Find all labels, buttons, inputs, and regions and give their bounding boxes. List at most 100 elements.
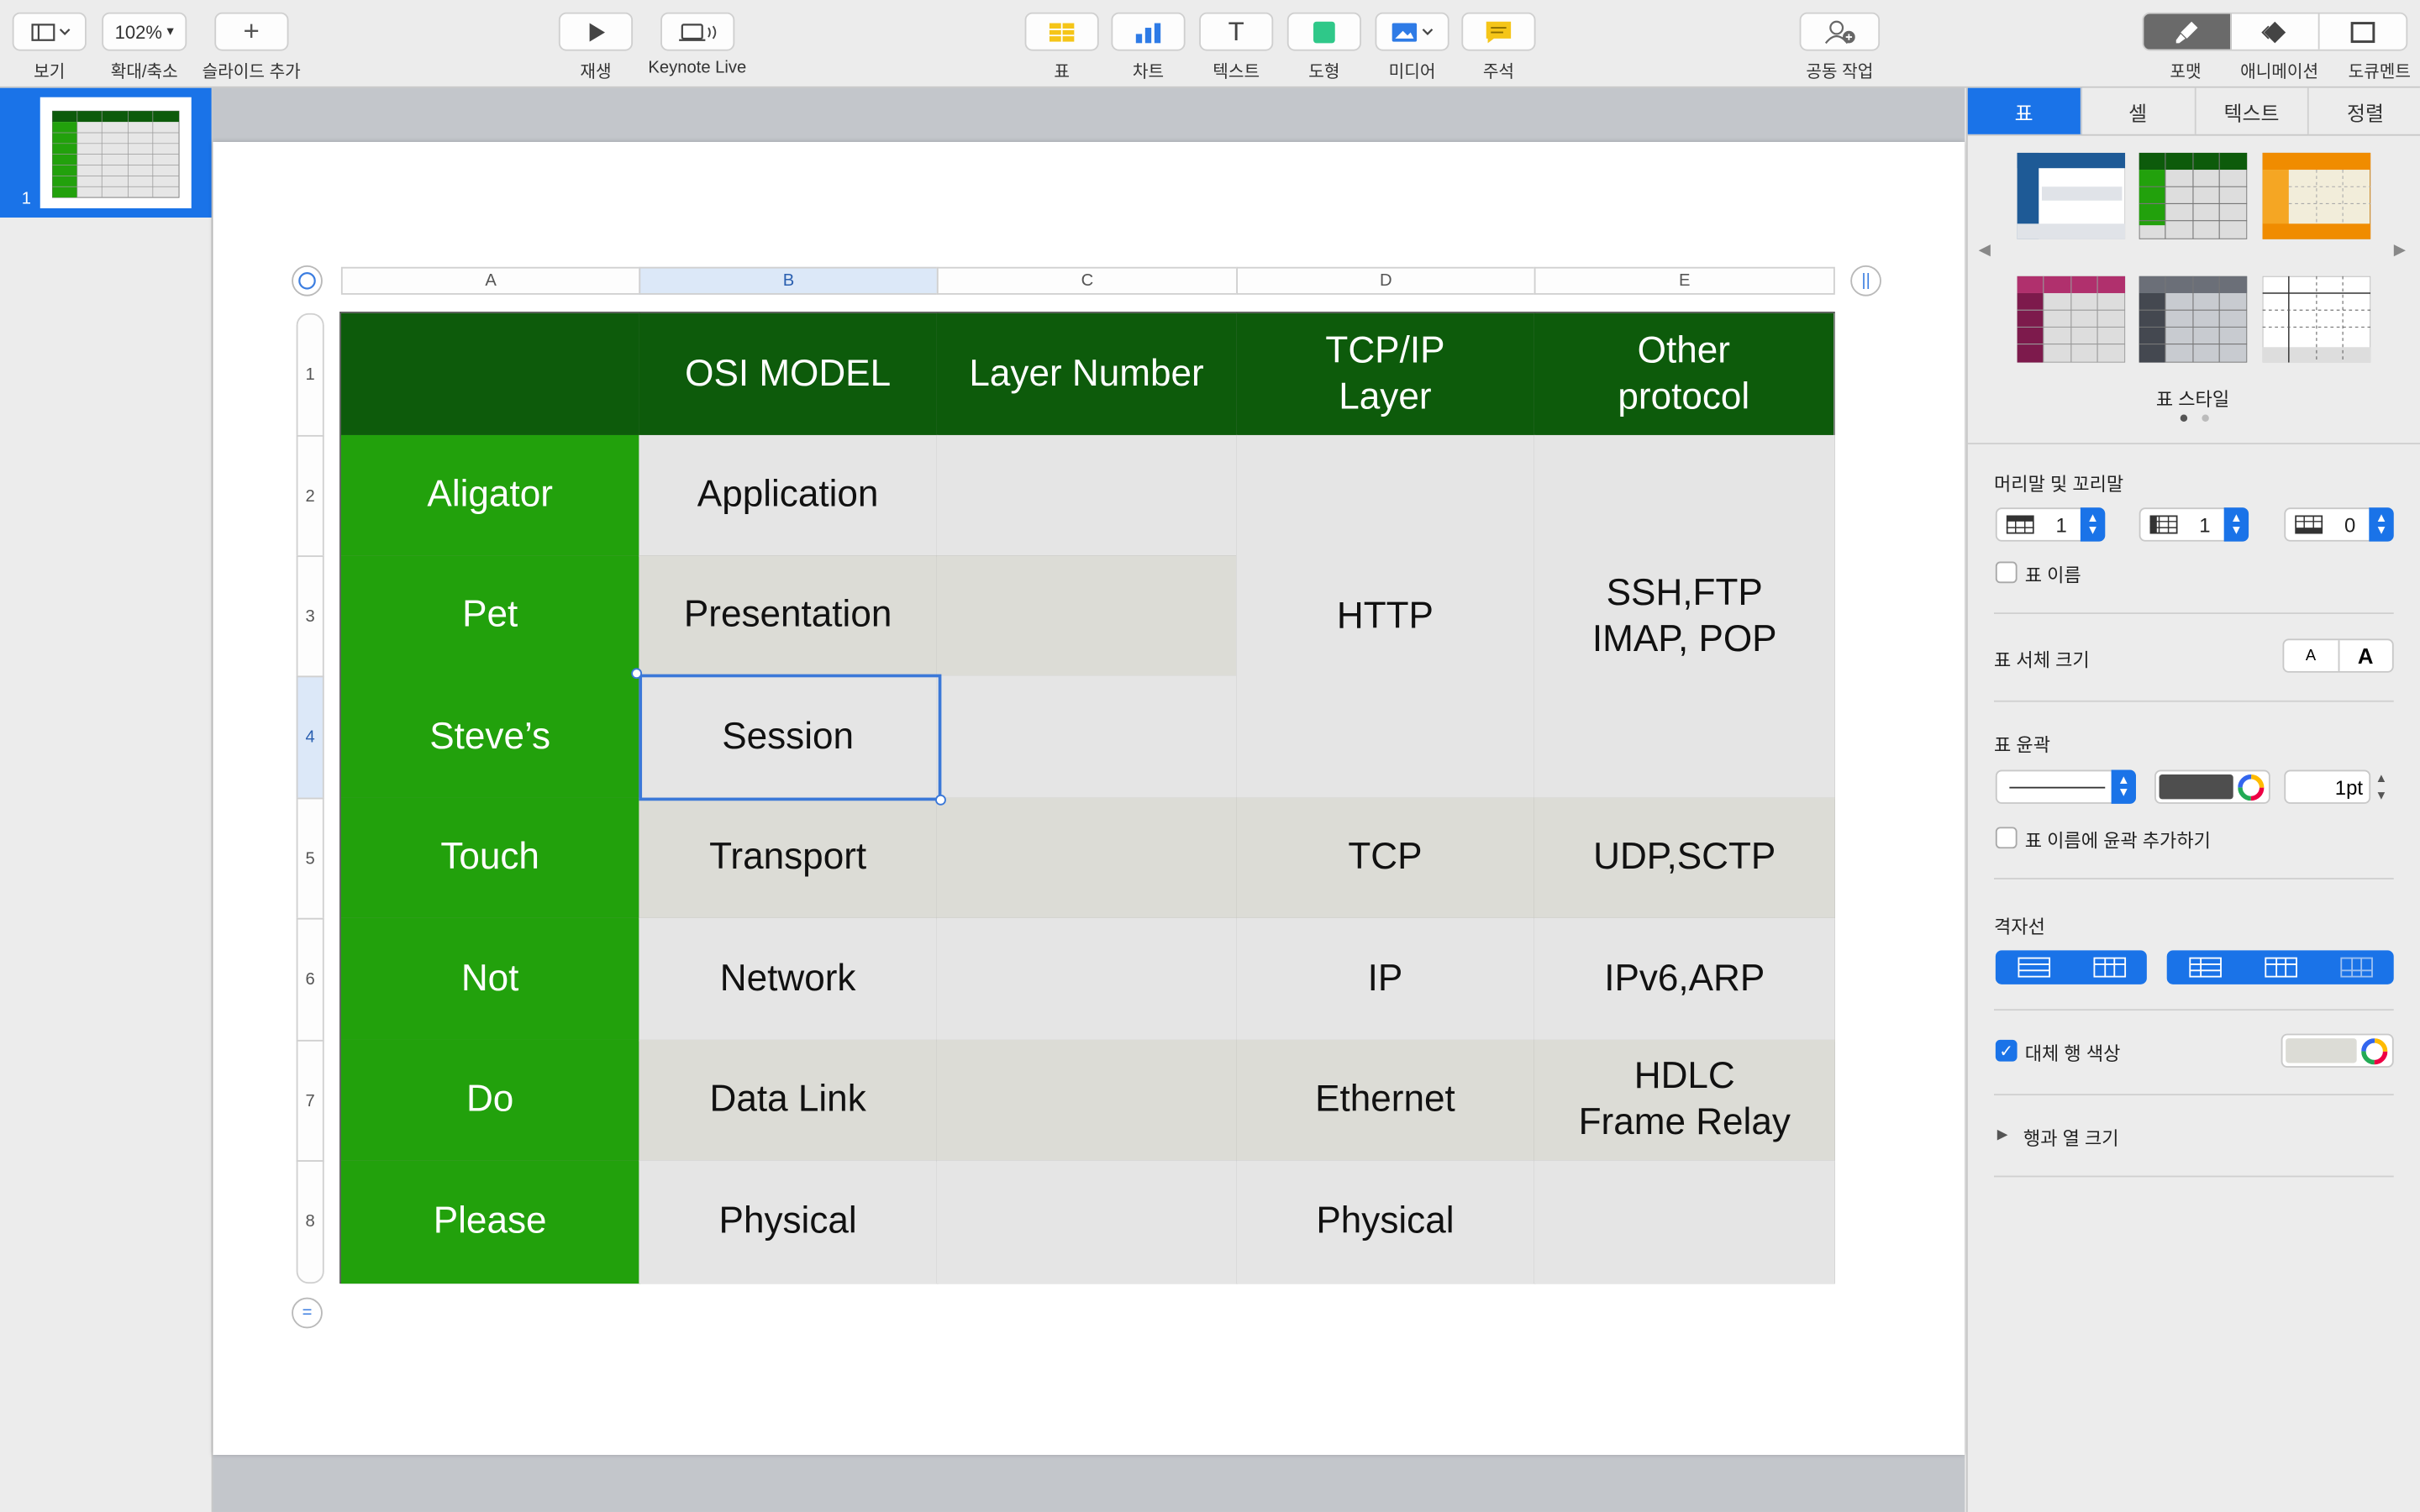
zoom-tool[interactable]: 102% ▾ 확대/축소 [102,12,187,83]
header-cell-d1[interactable]: TCP/IP Layer [1236,312,1536,437]
tab-text[interactable]: 텍스트 [2196,87,2310,134]
osi-table[interactable]: OSI MODEL Layer Number TCP/IP Layer Othe… [339,312,1835,1284]
next-styles-icon[interactable]: ▶ [2394,242,2406,259]
view-button[interactable] [12,12,87,51]
stepper-arrows-icon[interactable]: ▲ ▼ [2080,507,2106,542]
table-style-magenta[interactable] [2017,276,2126,363]
add-column-handle[interactable]: || [1850,265,1881,297]
view-tool[interactable]: 보기 [12,12,87,83]
tcpip-cell[interactable]: TCP [1236,797,1536,920]
row-header-8[interactable]: 8 [296,1160,324,1284]
slide-thumbnail-1[interactable]: 1 [0,87,212,218]
outline-style-select[interactable]: ▲ ▼ [1995,769,2136,804]
play-tool[interactable]: 재생 [558,12,634,83]
selection-handle-bottom-right[interactable] [935,794,946,806]
previous-styles-icon[interactable]: ◀ [1979,242,1991,259]
layer-number-cell[interactable] [936,555,1239,678]
chart-button[interactable] [1111,12,1186,51]
outline-width-field[interactable]: 1pt [2284,769,2371,804]
table-style-blue[interactable] [2017,152,2126,239]
shape-button[interactable] [1286,12,1361,51]
other-protocol-cell[interactable] [1534,1160,1835,1284]
collaborate-button[interactable] [1799,12,1881,51]
column-header-e[interactable]: E [1534,266,1835,295]
table-tool[interactable]: 표 [1024,12,1099,83]
row-label-cell[interactable]: Aligator [340,434,641,558]
layer-number-cell[interactable] [936,434,1239,558]
column-header-b[interactable]: B [639,266,939,295]
stepper-arrows-icon[interactable]: ▲ ▼ [2111,769,2136,804]
stepper-arrows-icon[interactable]: ▲ ▼ [2223,507,2249,542]
text-tool[interactable]: T 텍스트 [1199,12,1274,83]
table-style-gray[interactable] [2139,276,2248,363]
tcpip-cell[interactable]: Ethernet [1236,1039,1536,1163]
column-header-a[interactable]: A [340,266,641,295]
selection-handle-top-left[interactable] [631,668,643,680]
row-label-cell[interactable]: Please [340,1160,641,1284]
other-protocol-cell[interactable]: UDP,SCTP [1534,797,1835,920]
keynote-live-button[interactable] [660,12,734,51]
other-protocol-cell[interactable]: HDLC Frame Relay [1534,1039,1835,1163]
color-wheel-icon[interactable] [2238,774,2265,801]
comment-button[interactable] [1461,12,1536,51]
document-button[interactable] [2320,14,2407,50]
tcpip-cell[interactable]: Physical [1236,1160,1536,1284]
osi-layer-cell[interactable]: Presentation [639,555,939,678]
osi-layer-cell[interactable]: Physical [639,1160,939,1284]
shape-tool[interactable]: 도형 [1286,12,1361,83]
outline-width-stepper-icon[interactable]: ▲ ▼ [2375,770,2388,804]
outline-color-well[interactable] [2154,769,2270,804]
osi-layer-cell[interactable]: Application [639,434,939,558]
row-label-cell[interactable]: Not [340,917,641,1042]
row-label-cell[interactable]: Do [340,1039,641,1163]
column-header-c[interactable]: C [936,266,1239,295]
row-header-1[interactable]: 1 [296,312,324,437]
table-style-green[interactable] [2139,152,2248,239]
osi-layer-cell[interactable]: Transport [639,797,939,920]
other-protocol-cell[interactable]: IPv6,ARP [1534,917,1835,1042]
disclosure-triangle-icon[interactable]: ▶ [1997,1126,2008,1143]
row-header-7[interactable]: 7 [296,1039,324,1163]
comment-tool[interactable]: 주석 [1461,12,1536,83]
layer-number-cell[interactable] [936,1160,1239,1284]
osi-layer-cell[interactable]: Network [639,917,939,1042]
row-header-6[interactable]: 6 [296,917,324,1042]
layer-number-cell[interactable] [936,797,1239,920]
header-cell-a1[interactable] [340,312,641,437]
play-button[interactable] [558,12,634,51]
increase-font-button[interactable]: A [2339,640,2392,671]
header-columns-stepper[interactable]: 1 ▲ ▼ [2139,507,2249,542]
keynote-live-tool[interactable]: Keynote Live [648,12,746,77]
row-header-2[interactable]: 2 [296,434,324,558]
footer-gridlines-icon[interactable] [2339,957,2373,979]
collaborate-tool[interactable]: 공동 작업 [1799,12,1881,83]
chart-tool[interactable]: 차트 [1111,12,1186,83]
row-label-cell[interactable]: Steve’s [340,675,641,800]
tab-table[interactable]: 표 [1967,87,2082,134]
animate-button[interactable] [2232,13,2320,50]
zoom-select[interactable]: 102% ▾ [102,12,187,51]
select-table-handle[interactable] [292,265,323,297]
layer-number-cell[interactable] [936,1039,1239,1163]
add-slide-tool[interactable]: + 슬라이드 추가 [203,12,301,83]
row-header-3[interactable]: 3 [296,555,324,678]
row-column-size-label[interactable]: 행과 열 크기 [2023,1125,2119,1151]
header-cell-b1[interactable]: OSI MODEL [639,312,939,437]
outline-table-name-checkbox[interactable] [1995,827,2018,849]
row-label-cell[interactable]: Touch [340,797,641,920]
tab-arrange[interactable]: 정렬 [2309,88,2420,134]
color-wheel-icon[interactable] [2361,1038,2388,1065]
tcpip-merged-cell[interactable]: HTTP [1236,434,1536,800]
add-slide-button[interactable]: + [214,12,289,51]
row-header-5[interactable]: 5 [296,797,324,920]
row-label-cell[interactable]: Pet [340,555,641,678]
header-gridlines-icon[interactable] [2092,957,2126,979]
table-name-checkbox[interactable] [1995,561,2018,584]
column-header-d[interactable]: D [1236,266,1536,295]
media-button[interactable] [1375,12,1449,51]
text-button[interactable]: T [1199,12,1274,51]
table-style-plain[interactable] [2262,276,2371,363]
tcpip-cell[interactable]: IP [1236,917,1536,1042]
decrease-font-button[interactable]: A [2284,640,2339,671]
body-rows-gridlines-icon[interactable] [2188,957,2222,979]
